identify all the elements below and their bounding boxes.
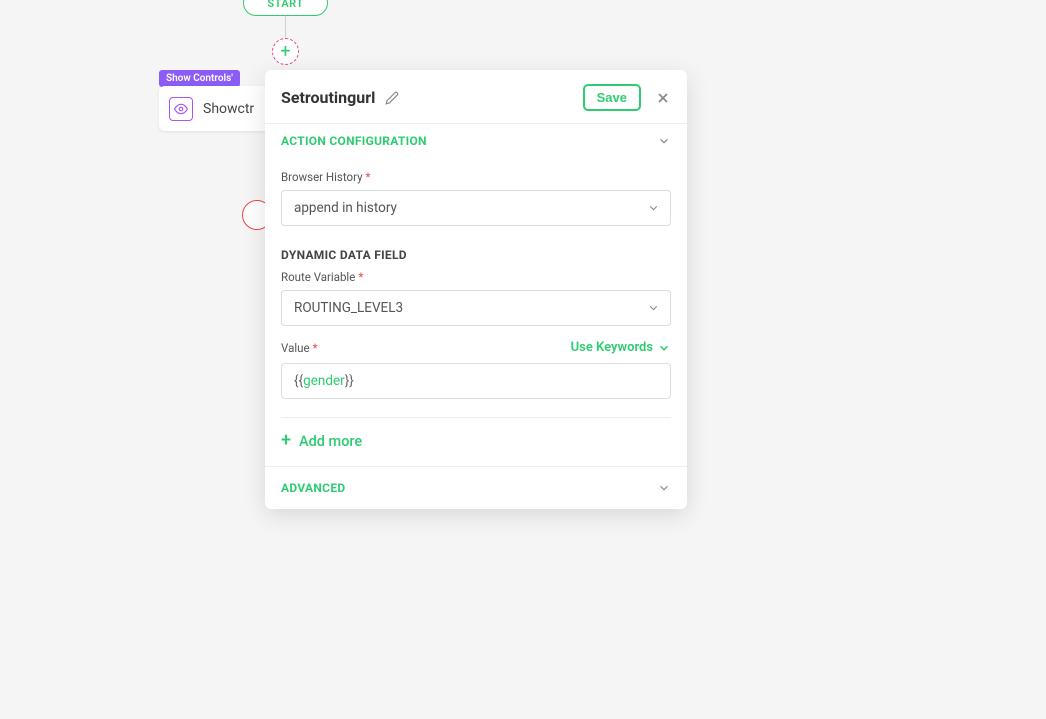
show-controls-tag-label: Show Controls' <box>166 73 233 84</box>
config-panel: Setroutingurl Save ACTION CONFIGURATION … <box>265 70 687 509</box>
plus-icon: + <box>281 432 291 450</box>
route-variable-label: Route Variable* <box>281 270 671 284</box>
add-more-button[interactable]: + Add more <box>281 432 671 450</box>
advanced-title: ADVANCED <box>281 481 345 495</box>
divider <box>281 417 671 418</box>
chevron-down-icon <box>647 202 660 215</box>
panel-title: Setroutingurl <box>281 88 375 107</box>
value-label: Value* <box>281 341 318 355</box>
browser-history-select[interactable]: append in history <box>281 190 671 226</box>
chevron-down-icon <box>657 134 671 148</box>
panel-header: Setroutingurl Save <box>265 70 687 123</box>
add-more-label: Add more <box>299 433 362 450</box>
value-keyword: gender <box>303 373 345 389</box>
use-keywords-button[interactable]: Use Keywords <box>571 340 671 355</box>
value-input[interactable]: {{gender}} <box>281 363 671 399</box>
value-prefix: {{ <box>294 373 303 389</box>
advanced-section-header[interactable]: ADVANCED <box>265 466 687 509</box>
chevron-down-icon <box>657 481 671 495</box>
show-controls-tag[interactable]: Show Controls' <box>159 70 240 87</box>
dynamic-data-heading: DYNAMIC DATA FIELD <box>281 248 671 262</box>
show-controls-node[interactable]: Showctr <box>159 86 279 131</box>
edit-title-icon[interactable] <box>385 91 399 105</box>
eye-icon <box>169 97 193 121</box>
add-node-button[interactable]: + <box>272 38 299 65</box>
chevron-down-icon <box>647 302 660 315</box>
browser-history-value: append in history <box>294 200 397 216</box>
chevron-down-icon <box>657 341 671 355</box>
action-config-title: ACTION CONFIGURATION <box>281 134 427 148</box>
value-suffix: }} <box>345 373 354 389</box>
action-config-header[interactable]: ACTION CONFIGURATION <box>265 123 687 158</box>
route-variable-value: ROUTING_LEVEL3 <box>294 300 403 316</box>
snippet-label: Showctr <box>203 101 254 117</box>
start-node[interactable]: START <box>243 0 328 16</box>
start-label: START <box>267 0 303 10</box>
route-variable-select[interactable]: ROUTING_LEVEL3 <box>281 290 671 326</box>
flow-connector <box>285 16 286 38</box>
browser-history-label: Browser History* <box>281 170 671 184</box>
save-button[interactable]: Save <box>583 84 641 111</box>
close-icon[interactable] <box>655 90 671 106</box>
use-keywords-label: Use Keywords <box>571 340 653 355</box>
action-config-body: Browser History* append in history DYNAM… <box>265 158 687 466</box>
